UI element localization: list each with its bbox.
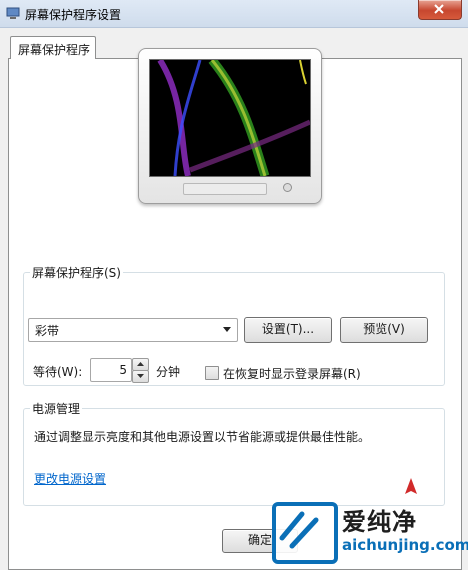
window-title: 屏幕保护程序设置: [25, 8, 122, 22]
screensaver-preview-screen: [149, 59, 311, 177]
power-led-icon: [283, 183, 292, 192]
close-icon: [434, 4, 444, 14]
settings-button[interactable]: 设置(T)...: [244, 317, 332, 343]
minutes-label: 分钟: [156, 365, 181, 379]
resume-logon-label[interactable]: 在恢复时显示登录屏幕(R): [223, 365, 361, 382]
power-management-group: 电源管理: [23, 400, 445, 506]
chevron-up-icon: [137, 362, 144, 366]
close-button[interactable]: [418, 0, 462, 20]
power-management-group-label: 电源管理: [30, 400, 83, 417]
resume-logon-checkbox[interactable]: [205, 366, 219, 380]
watermark: 爱纯净 aichunjing.com: [266, 498, 468, 564]
change-power-settings-link[interactable]: 更改电源设置: [34, 470, 106, 487]
chevron-down-icon: [223, 327, 231, 332]
ribbons-preview-image: [157, 60, 310, 176]
watermark-title: 爱纯净: [342, 508, 417, 536]
spin-down-button[interactable]: [132, 370, 149, 383]
power-description: 通过调整显示亮度和其他电源设置以节省能源或提供最佳性能。: [34, 430, 371, 444]
watermark-url: aichunjing.com: [342, 536, 468, 554]
wait-label: 等待(W):: [33, 365, 83, 379]
screensaver-group-label: 屏幕保护程序(S): [30, 264, 123, 281]
preview-button[interactable]: 预览(V): [340, 317, 428, 343]
tab-screensaver[interactable]: 屏幕保护程序: [10, 36, 96, 59]
watermark-logo-icon: [272, 502, 338, 564]
red-arrow-icon: [405, 478, 417, 494]
wait-minutes-input[interactable]: 5: [90, 358, 132, 382]
title-bar: 屏幕保护程序设置: [0, 0, 468, 28]
display-settings-icon: [6, 7, 20, 19]
wait-minutes-value: 5: [119, 363, 127, 377]
screensaver-select[interactable]: 彩带: [28, 318, 238, 342]
monitor-preview: [138, 48, 322, 204]
chevron-down-icon: [137, 374, 144, 378]
monitor-base: [183, 183, 267, 195]
screensaver-select-value: 彩带: [35, 324, 60, 338]
wait-minutes-stepper: [132, 358, 149, 383]
tab-screensaver-label: 屏幕保护程序: [18, 43, 91, 57]
